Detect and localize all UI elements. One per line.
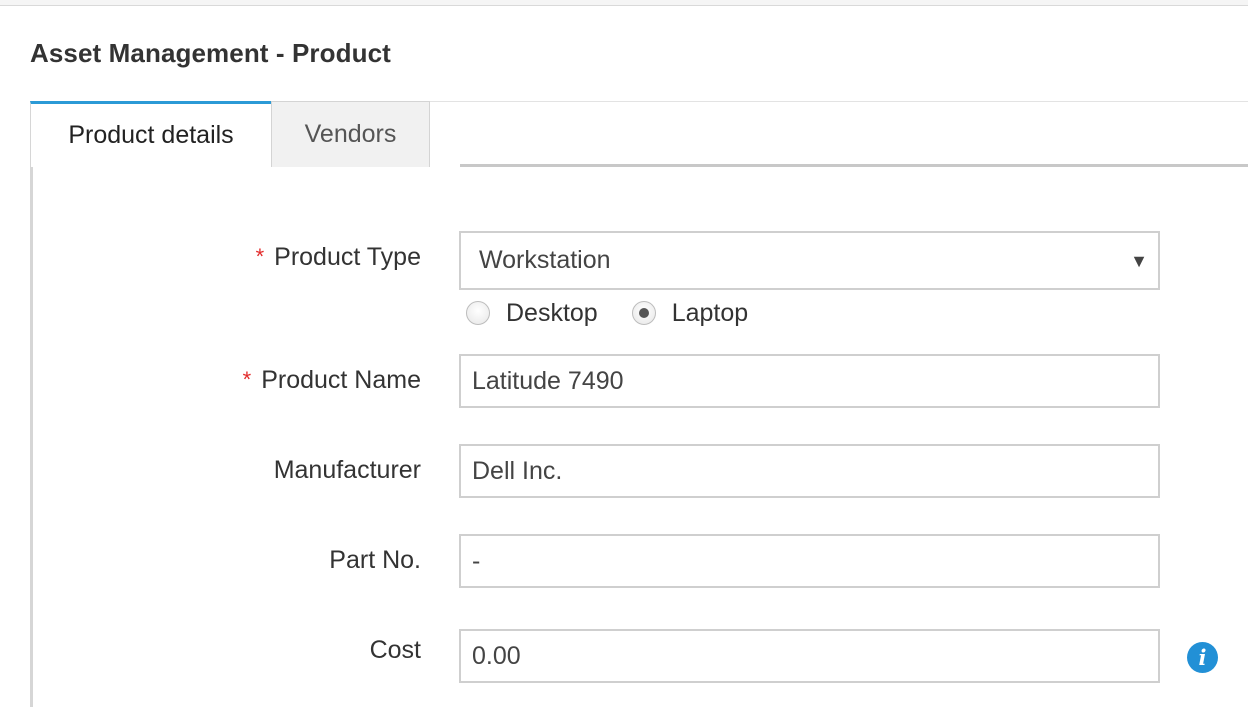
part-no-label: Part No.: [329, 546, 421, 574]
radio-laptop-circle[interactable]: [631, 301, 656, 325]
cost-label: Cost: [369, 636, 421, 664]
radio-selected-dot: [638, 308, 649, 318]
cost-input[interactable]: 0.00: [459, 629, 1160, 683]
tab-bar: Product details Vendors: [30, 101, 1248, 168]
radio-desktop-label: Desktop: [506, 298, 598, 327]
product-name-input[interactable]: Latitude 7490: [459, 354, 1160, 408]
product-name-label: * Product Name: [242, 366, 421, 394]
product-type-selected-value: Workstation: [479, 246, 611, 274]
radio-laptop-label: Laptop: [671, 298, 749, 327]
required-marker: *: [255, 244, 265, 269]
cost-value: 0.00: [472, 641, 521, 670]
top-strip: [0, 0, 1248, 6]
tab-vendors[interactable]: Vendors: [271, 101, 430, 167]
page-title: Asset Management - Product: [30, 38, 391, 68]
radio-desktop-circle[interactable]: [466, 301, 490, 325]
product-type-select[interactable]: Workstation ▼: [459, 231, 1160, 290]
tab-product-details[interactable]: Product details: [30, 101, 271, 167]
manufacturer-label: Manufacturer: [273, 456, 421, 484]
info-icon[interactable]: i: [1187, 642, 1218, 673]
part-no-input[interactable]: -: [459, 534, 1160, 588]
required-marker: *: [242, 367, 252, 392]
manufacturer-input[interactable]: Dell Inc.: [459, 444, 1160, 498]
tab-product-details-label: Product details: [68, 121, 234, 149]
radio-desktop[interactable]: Desktop: [466, 299, 598, 328]
radio-laptop[interactable]: Laptop: [631, 298, 749, 328]
product-type-label: * Product Type: [255, 243, 421, 271]
product-type-radio-group: Desktop Laptop: [466, 298, 782, 328]
product-name-value: Latitude 7490: [472, 366, 624, 395]
part-no-value: -: [472, 546, 481, 575]
tab-vendors-label: Vendors: [304, 120, 397, 148]
chevron-down-icon: ▼: [1130, 251, 1148, 271]
manufacturer-value: Dell Inc.: [472, 456, 563, 485]
